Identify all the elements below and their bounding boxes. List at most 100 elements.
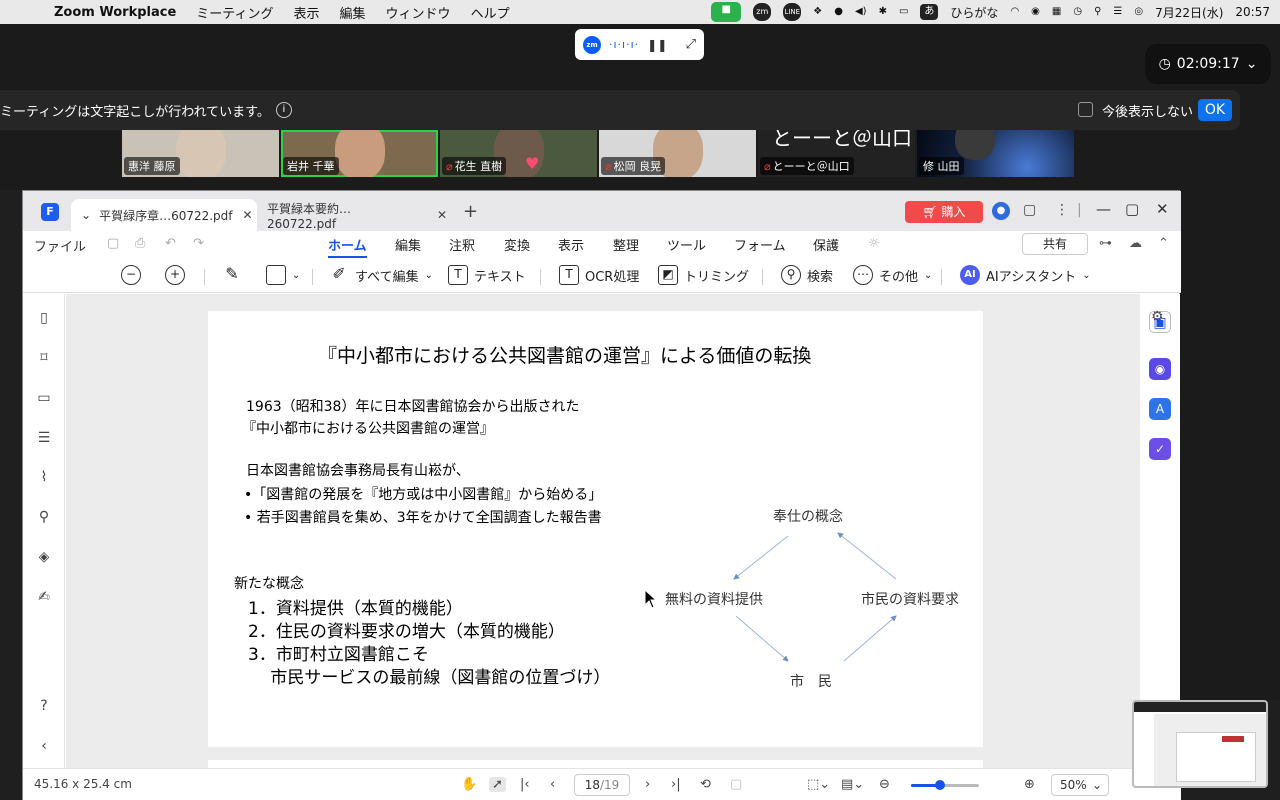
keyboard-icon[interactable]: ▦ <box>1052 4 1061 20</box>
cloud-upload-icon[interactable]: ☁ <box>1129 236 1142 251</box>
close-tab-icon[interactable]: ✕ <box>243 208 253 222</box>
workflow-icon[interactable]: ⊶ <box>1099 236 1112 251</box>
wifi-icon[interactable]: ◠ <box>1010 4 1019 20</box>
pdfelement-logo-icon[interactable]: F <box>41 203 59 221</box>
menu-view[interactable]: 表示 <box>294 3 320 22</box>
ai-assistant-button[interactable]: AI AIアシスタント ⌄ <box>960 265 1091 285</box>
ocr-button[interactable]: T OCR処理 <box>559 265 639 285</box>
zoom-out-icon[interactable]: ⊖ <box>879 777 890 792</box>
undo-icon[interactable]: ↶ <box>165 236 176 251</box>
attachment-icon[interactable]: ⌇ <box>35 469 53 487</box>
layers-icon[interactable]: ◈ <box>35 549 53 567</box>
zoom-app-icon[interactable]: zm <box>753 3 772 21</box>
bluetooth-icon[interactable]: ✱ <box>879 4 887 20</box>
page-number-field[interactable]: 18/19 <box>574 774 630 796</box>
tab-annotate[interactable]: 注釈 <box>449 235 475 254</box>
bookmark-icon[interactable]: ⌑ <box>35 350 53 368</box>
participant-tile[interactable]: ⌀ 松岡 良晃 <box>599 130 756 177</box>
menu-window[interactable]: ウィンドウ <box>386 3 451 22</box>
trim-button[interactable]: ◩ トリミング <box>658 265 749 285</box>
zoom-slider-knob[interactable] <box>934 780 945 790</box>
line-app-icon[interactable]: LINE <box>783 3 802 21</box>
meeting-timer[interactable]: ◷ 02:09:17 ⌄ <box>1145 44 1271 84</box>
user-icon[interactable]: ◉ <box>1031 4 1040 20</box>
expand-icon[interactable]: ⤢ <box>686 37 696 52</box>
print-icon[interactable]: ⎙ <box>135 236 145 251</box>
control-center-icon[interactable]: ☰ <box>1113 4 1122 20</box>
menu-edit[interactable]: 編集 <box>340 3 366 22</box>
last-page-icon[interactable]: ›| <box>671 777 681 792</box>
more-tools-button[interactable]: ⋯ その他 ⌄ <box>853 265 932 285</box>
siri-icon[interactable]: ◎ <box>1134 4 1143 20</box>
app-menu-zoom[interactable]: Zoom Workplace <box>54 5 176 20</box>
page-layout-icon[interactable]: ▤⌄ <box>841 777 864 792</box>
participant-tile[interactable]: 惠洋 藤原 <box>122 130 279 177</box>
dont-show-again-checkbox[interactable] <box>1078 102 1093 117</box>
buy-button[interactable]: 🛒︎ 購入 <box>905 201 983 223</box>
layers-list-icon[interactable]: ☰ <box>35 430 53 448</box>
menubar-date[interactable]: 7月22日(水) <box>1155 4 1223 21</box>
more-options-icon[interactable]: ⋮ <box>1055 202 1069 218</box>
redo-icon[interactable]: ↷ <box>193 236 204 251</box>
collapse-sidebar-icon[interactable]: ‹ <box>35 738 53 756</box>
search-icon[interactable]: ⚲ <box>35 509 53 527</box>
tab-document-2[interactable]: 平賀緑本要約…260722.pdf ✕ <box>257 199 447 231</box>
hand-tool-icon[interactable]: ✋ <box>461 777 477 792</box>
zoom-video-status-icon[interactable]: ■ <box>711 2 742 22</box>
tab-organize[interactable]: 整理 <box>613 235 639 254</box>
volume-icon[interactable]: ◀) <box>855 4 867 20</box>
share-preview-thumbnail[interactable] <box>1132 700 1268 788</box>
zoom-level-select[interactable]: 50% ⌄ <box>1051 774 1109 796</box>
select-mode-icon[interactable]: ⬚⌄ <box>807 777 830 792</box>
battery-icon[interactable]: ▭ <box>899 4 908 20</box>
tips-lightbulb-icon[interactable]: ☼ <box>868 236 880 251</box>
time-machine-icon[interactable]: ◷ <box>1073 4 1082 20</box>
ime-input-icon[interactable]: あ <box>920 4 939 20</box>
first-page-icon[interactable]: |‹ <box>520 777 530 792</box>
next-page-icon[interactable]: › <box>645 777 650 792</box>
ai-bot-icon[interactable]: ◉ <box>1149 358 1171 380</box>
search-button[interactable]: ⚲ 検索 <box>781 265 833 285</box>
rotate-page-icon[interactable]: ⟲ <box>700 777 711 792</box>
previous-page-icon[interactable]: ‹ <box>550 777 555 792</box>
tab-view[interactable]: 表示 <box>558 235 584 254</box>
ime-mode-label[interactable]: ひらがな <box>950 4 998 21</box>
share-button[interactable]: 共有 <box>1022 233 1088 255</box>
highlight-button[interactable]: ✎ <box>222 265 242 285</box>
tab-tools[interactable]: ツール <box>667 235 706 254</box>
new-tab-icon[interactable]: + <box>463 201 478 222</box>
zoom-out-button[interactable]: − <box>121 265 141 285</box>
account-avatar-icon[interactable]: ● <box>992 202 1010 220</box>
tab-form[interactable]: フォーム <box>734 235 786 254</box>
pause-icon[interactable]: ❚❚ <box>647 38 667 52</box>
signature-icon[interactable]: ✍ <box>35 589 53 607</box>
comment-icon[interactable]: ▭ <box>35 390 53 408</box>
document-canvas[interactable]: 『中小都市における公共図書館の運営』による価値の転換 1963（昭和38）年に日… <box>66 294 1140 768</box>
translate-icon[interactable]: A <box>1149 398 1171 420</box>
properties-sliders-icon[interactable]: ⚙ <box>1151 309 1164 325</box>
tab-convert[interactable]: 変換 <box>504 235 530 254</box>
participant-tile[interactable]: とーーと＠山口 ⌀ とーーと＠山口 <box>758 130 915 177</box>
ok-button[interactable]: OK <box>1198 99 1232 121</box>
vpn-icon[interactable]: ● <box>834 4 843 20</box>
participant-tile-active-speaker[interactable]: 岩井 千華 <box>281 130 438 177</box>
shape-button[interactable]: ⌄ <box>266 265 300 285</box>
tab-document-1[interactable]: ⌄ 平賀緑序章…60722.pdf ✕ <box>71 199 257 231</box>
help-icon[interactable]: ? <box>35 698 53 716</box>
zoom-in-button[interactable]: + <box>165 265 185 285</box>
dont-show-again-label[interactable]: 今後表示しない <box>1102 101 1193 120</box>
page-thumbnails-icon[interactable]: ▯ <box>35 310 53 328</box>
dropbox-icon[interactable]: ❖ <box>813 4 822 20</box>
edit-all-button[interactable]: ✐ すべて編集 ⌄ <box>329 265 433 285</box>
checklist-icon[interactable]: ✓ <box>1149 438 1171 460</box>
tab-edit[interactable]: 編集 <box>395 235 421 254</box>
menu-meeting[interactable]: ミーティング <box>196 3 273 22</box>
tab-home[interactable]: ホーム <box>328 235 367 258</box>
zoom-in-icon[interactable]: ⊕ <box>1024 777 1035 792</box>
collapse-ribbon-icon[interactable]: ⌃ <box>1158 236 1169 251</box>
participant-tile[interactable]: ♥ ⌀ 花生 直樹 <box>440 130 597 177</box>
save-icon[interactable]: ▢ <box>107 236 119 251</box>
participant-tile[interactable]: 修 山田 <box>917 130 1074 177</box>
close-window-icon[interactable]: ✕ <box>1156 200 1169 218</box>
maximize-icon[interactable]: ▢ <box>1125 200 1139 218</box>
